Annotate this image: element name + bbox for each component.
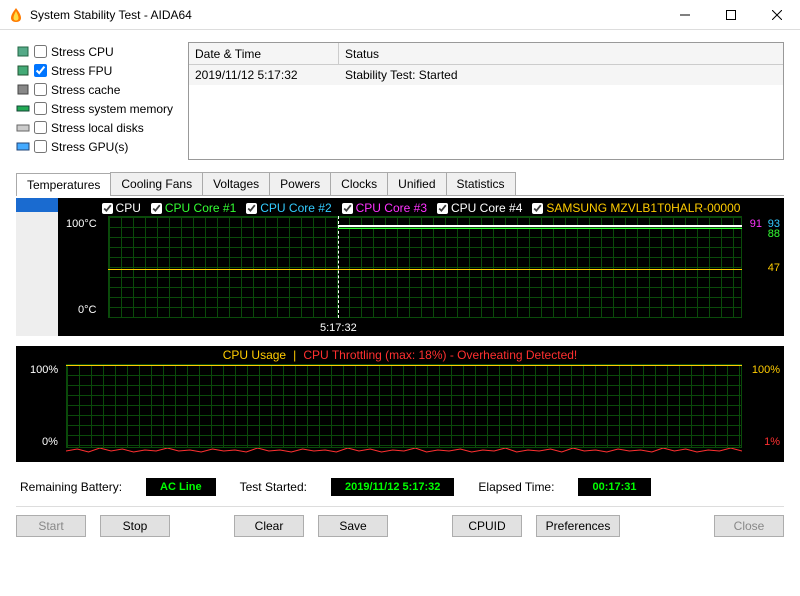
reading-91: 91 [750, 218, 762, 230]
started-value: 2019/11/12 5:17:32 [331, 478, 454, 496]
elapsed-value: 00:17:31 [578, 478, 650, 496]
usage-grid [66, 364, 742, 448]
chart-tabs: Temperatures Cooling Fans Voltages Power… [16, 172, 784, 196]
log-cell-datetime: 2019/11/12 5:17:32 [189, 68, 339, 82]
stress-options: Stress CPU Stress FPU Stress cache Stres… [16, 42, 176, 160]
temp-grid [108, 216, 742, 318]
disk-icon [16, 122, 30, 133]
stress-memory-option[interactable]: Stress system memory [16, 99, 176, 118]
legend-core2[interactable]: CPU Core #2 [246, 200, 331, 216]
stress-cpu-label: Stress CPU [51, 45, 114, 59]
tab-unified[interactable]: Unified [387, 172, 446, 195]
stress-gpu-label: Stress GPU(s) [51, 140, 128, 154]
legend-core4[interactable]: CPU Core #4 [437, 200, 522, 216]
stress-cpu-checkbox[interactable] [34, 45, 47, 58]
cpu-line [338, 225, 742, 227]
log-header-datetime[interactable]: Date & Time [189, 43, 339, 64]
usage-ymin: 0% [42, 436, 58, 448]
app-icon [8, 7, 24, 23]
minimize-button[interactable] [662, 0, 708, 30]
stress-cache-option[interactable]: Stress cache [16, 80, 176, 99]
legend-core1[interactable]: CPU Core #1 [151, 200, 236, 216]
time-marker [338, 216, 339, 318]
memory-icon [16, 103, 30, 114]
reading-88: 88 [768, 228, 780, 240]
battery-value: AC Line [146, 478, 216, 496]
stop-button[interactable]: Stop [100, 515, 170, 537]
save-button[interactable]: Save [318, 515, 388, 537]
cpu-icon [16, 46, 30, 57]
stress-disks-checkbox[interactable] [34, 121, 47, 134]
titlebar: System Stability Test - AIDA64 [0, 0, 800, 30]
tab-temperatures[interactable]: Temperatures [16, 173, 111, 196]
log-row[interactable]: 2019/11/12 5:17:32 Stability Test: Start… [189, 65, 783, 85]
stress-fpu-checkbox[interactable] [34, 64, 47, 77]
event-log: Date & Time Status 2019/11/12 5:17:32 St… [188, 42, 784, 160]
fpu-icon [16, 65, 30, 76]
start-button[interactable]: Start [16, 515, 86, 537]
stress-memory-label: Stress system memory [51, 102, 173, 116]
ssd-line [108, 269, 742, 270]
stress-cache-label: Stress cache [51, 83, 120, 97]
legend-core3[interactable]: CPU Core #3 [342, 200, 427, 216]
button-bar: Start Stop Clear Save CPUID Preferences … [16, 506, 784, 541]
throttle-title: CPU Throttling (max: 18%) - Overheating … [303, 348, 577, 362]
log-header: Date & Time Status [189, 43, 783, 65]
status-bar: Remaining Battery: AC Line Test Started:… [16, 478, 784, 496]
maximize-button[interactable] [708, 0, 754, 30]
close-button-bottom[interactable]: Close [714, 515, 784, 537]
usage-ymax: 100% [30, 364, 58, 376]
cache-icon [16, 84, 30, 95]
tab-powers[interactable]: Powers [269, 172, 331, 195]
temperature-chart: CPU CPU Core #1 CPU Core #2 CPU Core #3 … [58, 198, 784, 336]
legend-ssd[interactable]: SAMSUNG MZVLB1T0HALR-00000 [532, 200, 740, 216]
stress-memory-checkbox[interactable] [34, 102, 47, 115]
marker-time: 5:17:32 [320, 322, 357, 334]
stress-fpu-label: Stress FPU [51, 64, 112, 78]
usage-rmin: 1% [764, 436, 780, 448]
usage-title: CPU Usage [223, 348, 286, 362]
stress-disks-option[interactable]: Stress local disks [16, 118, 176, 137]
close-button[interactable] [754, 0, 800, 30]
throttle-line [66, 442, 742, 447]
preferences-button[interactable]: Preferences [536, 515, 620, 537]
started-label: Test Started: [240, 480, 307, 494]
reading-47: 47 [768, 262, 780, 274]
stress-cache-checkbox[interactable] [34, 83, 47, 96]
log-cell-status: Stability Test: Started [339, 68, 783, 82]
series-selector[interactable] [16, 198, 58, 336]
usage-chart: CPU Usage | CPU Throttling (max: 18%) - … [16, 346, 784, 462]
usage-rmax: 100% [752, 364, 780, 376]
stress-cpu-option[interactable]: Stress CPU [16, 42, 176, 61]
legend-cpu[interactable]: CPU [102, 200, 141, 216]
core1-line [338, 228, 742, 229]
battery-label: Remaining Battery: [20, 480, 122, 494]
clear-button[interactable]: Clear [234, 515, 304, 537]
stress-gpu-option[interactable]: Stress GPU(s) [16, 137, 176, 156]
series-selector-item[interactable] [16, 198, 58, 212]
temp-ymin: 0°C [78, 304, 96, 316]
log-header-status[interactable]: Status [339, 47, 783, 61]
window-title: System Stability Test - AIDA64 [30, 8, 662, 22]
usage-header: CPU Usage | CPU Throttling (max: 18%) - … [16, 346, 784, 364]
stress-fpu-option[interactable]: Stress FPU [16, 61, 176, 80]
tab-statistics[interactable]: Statistics [446, 172, 516, 195]
tab-voltages[interactable]: Voltages [202, 172, 270, 195]
temp-ymax: 100°C [66, 218, 97, 230]
tab-cooling-fans[interactable]: Cooling Fans [110, 172, 203, 195]
cpu-usage-line [66, 365, 742, 366]
tab-clocks[interactable]: Clocks [330, 172, 388, 195]
elapsed-label: Elapsed Time: [478, 480, 554, 494]
cpuid-button[interactable]: CPUID [452, 515, 522, 537]
stress-gpu-checkbox[interactable] [34, 140, 47, 153]
stress-disks-label: Stress local disks [51, 121, 144, 135]
temp-legend: CPU CPU Core #1 CPU Core #2 CPU Core #3 … [58, 198, 784, 216]
gpu-icon [16, 141, 30, 152]
